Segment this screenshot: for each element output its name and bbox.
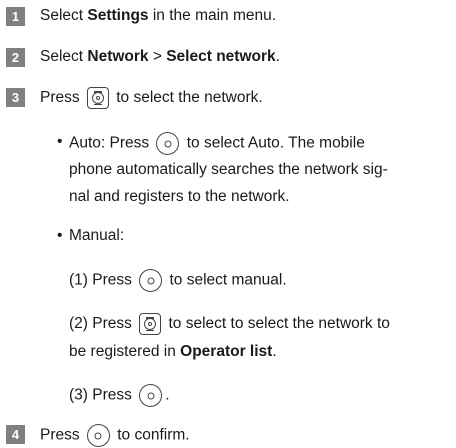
step-1-post: in the main menu. <box>148 7 277 24</box>
step-3-post: to select the network. <box>111 89 263 107</box>
step-1-bold: Settings <box>87 7 149 24</box>
manual-sub-3-post: . <box>165 386 170 404</box>
step-number-3: 3 <box>6 88 25 107</box>
step-number-4: 4 <box>6 425 25 444</box>
auto-post: to select Auto. The mobile <box>182 134 365 152</box>
step-2-post: . <box>275 48 280 65</box>
step-4-text: Press to confirm. <box>40 424 190 447</box>
step-2-pre: Select <box>40 48 88 65</box>
step-3-pre: Press <box>40 89 84 107</box>
bullet-auto: • <box>57 133 63 150</box>
manual-sub-2-line-2: be registered in Operator list. <box>69 342 277 362</box>
manual-sub-2-post: to select to select the network to <box>164 315 390 333</box>
manual-sub-2: (2) Press to select to select the networ… <box>69 313 390 335</box>
nav-key-icon <box>86 87 109 109</box>
auto-line-3: nal and registers to the network. <box>69 188 290 205</box>
center-key-icon <box>156 132 180 155</box>
operator-list-bold: Operator list <box>180 343 273 360</box>
manual-sub-3-pre: (3) Press <box>69 386 137 404</box>
step-2-bold-select-network: Select network <box>166 48 276 65</box>
manual-sub-3: (3) Press . <box>69 384 170 407</box>
step-number-1: 1 <box>6 7 25 26</box>
step-2-text: Select Network > Select network. <box>40 47 280 67</box>
step-2-mid: > <box>148 48 167 65</box>
manual-sub-2-pre: (2) Press <box>69 315 137 333</box>
manual-sub-1-pre: (1) Press <box>69 271 137 289</box>
step-number-2: 2 <box>6 48 25 67</box>
manual-label: Manual: <box>69 227 125 244</box>
step-1-pre: Select <box>40 7 88 24</box>
center-key-icon <box>139 269 163 292</box>
center-key-icon <box>86 424 110 447</box>
step-4-post: to confirm. <box>112 426 190 444</box>
manual-sub-1-post: to select manual. <box>165 271 287 289</box>
center-key-icon <box>139 384 163 407</box>
step-2-bold-network: Network <box>87 48 149 65</box>
auto-pre: Auto: Press <box>69 134 154 152</box>
bullet-manual: • <box>57 227 63 244</box>
step-1-text: Select Settings in the main menu. <box>40 6 276 26</box>
manual-sub-2-line-2-post: . <box>272 343 277 360</box>
step-3-text: Press to select the network. <box>40 87 263 109</box>
step-4-pre: Press <box>40 426 84 444</box>
auto-line-2: phone automatically searches the network… <box>69 161 388 178</box>
auto-line-1: Auto: Press to select Auto. The mobile <box>69 132 365 155</box>
manual-sub-2-line-2-pre: be registered in <box>69 343 181 360</box>
nav-key-icon <box>139 313 162 335</box>
manual-sub-1: (1) Press to select manual. <box>69 269 287 292</box>
